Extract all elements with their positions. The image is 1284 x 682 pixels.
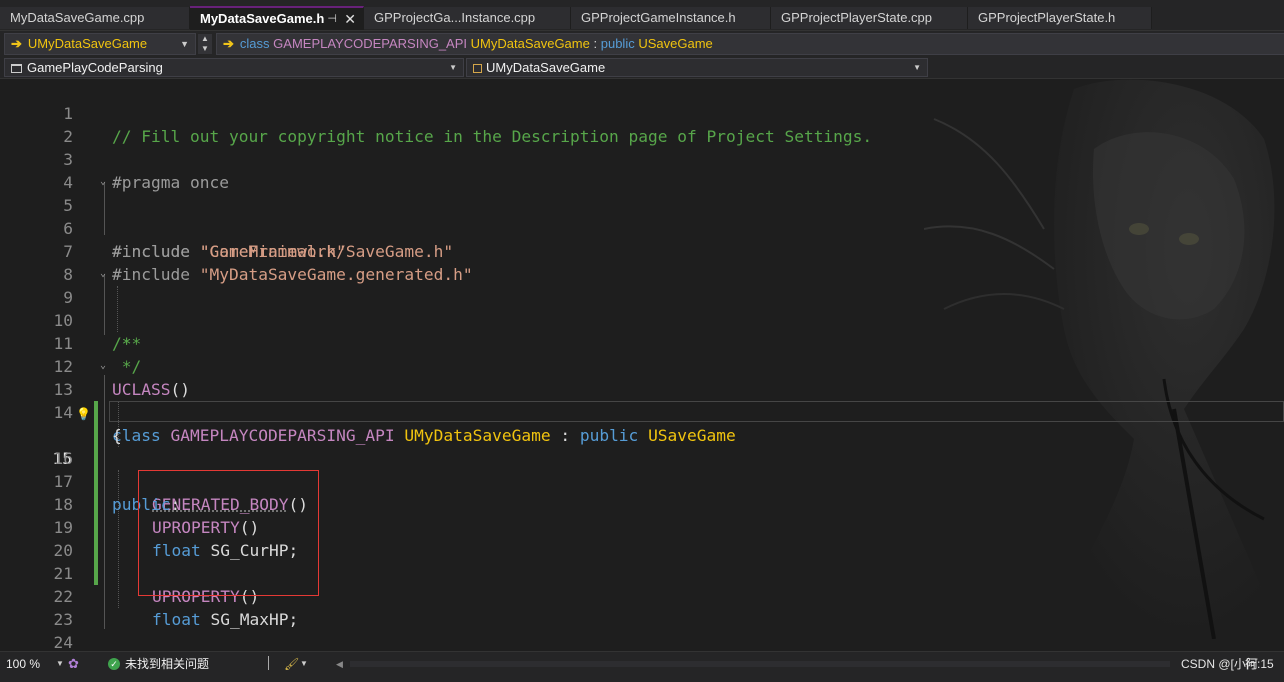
chevron-down-icon: ▼ bbox=[913, 59, 921, 76]
lightbulb-icon[interactable]: 💡 bbox=[76, 403, 91, 426]
signature-colon: : bbox=[593, 36, 597, 51]
chevron-down-icon: ▼ bbox=[180, 34, 189, 54]
tab-gpprojectplayerstate-h[interactable]: GPProjectPlayerState.h bbox=[968, 7, 1152, 29]
code-line: 11 */ bbox=[0, 309, 1284, 332]
code-line: 4 bbox=[0, 148, 1284, 171]
status-bar: 100 % ▼ ✿ ✓ 未找到相关问题 🖌 ▼ ◀ CSDN @[小阿 行:15 bbox=[0, 651, 1284, 682]
arrow-right-icon: ➔ bbox=[223, 36, 234, 51]
highlight-annotation-box bbox=[138, 470, 319, 596]
code-line: 5 ⌄ #include "CoreMinimal.h" bbox=[0, 171, 1284, 194]
code-cleanup-icon[interactable]: 🖌 bbox=[284, 655, 299, 673]
fold-chevron-icon[interactable]: ⌄ bbox=[100, 354, 106, 377]
check-icon: ✓ bbox=[108, 658, 120, 670]
project-label: GamePlayCodeParsing bbox=[27, 60, 163, 75]
horizontal-scrollbar[interactable] bbox=[350, 661, 1170, 667]
tab-mydatasavegame-cpp[interactable]: MyDataSaveGame.cpp bbox=[0, 7, 190, 29]
project-icon bbox=[11, 64, 22, 73]
signature-base-class: USaveGame bbox=[638, 36, 712, 51]
code-line: 14 { bbox=[0, 378, 1284, 401]
signature-access: public bbox=[601, 36, 635, 51]
tab-label: GPProjectPlayerState.cpp bbox=[781, 10, 932, 25]
tab-gpprojectplayerstate-cpp[interactable]: GPProjectPlayerState.cpp bbox=[771, 7, 968, 29]
document-tab-bar: MyDataSaveGame.cpp MyDataSaveGame.h ⊣ ✕ … bbox=[0, 0, 1284, 31]
tab-label: MyDataSaveGame.cpp bbox=[10, 10, 144, 25]
code-line: 9 ⌄ /** bbox=[0, 263, 1284, 286]
chevron-down-icon[interactable]: ▼ bbox=[56, 655, 64, 673]
close-icon[interactable]: ✕ bbox=[344, 8, 356, 30]
class-icon bbox=[473, 64, 482, 73]
zoom-level[interactable]: 100 % bbox=[6, 655, 40, 673]
arrow-right-icon: ➔ bbox=[11, 36, 22, 51]
issues-status[interactable]: 未找到相关问题 bbox=[125, 655, 209, 673]
code-line: 13 ⌄ class GAMEPLAYCODEPARSING_API UMyDa… bbox=[0, 355, 1284, 378]
code-line: 10 * bbox=[0, 286, 1284, 309]
code-line: 25 bbox=[0, 631, 1284, 651]
fold-chevron-icon[interactable]: ⌄ bbox=[100, 170, 106, 193]
navigation-bar: ➔ UMyDataSaveGame ▼ ▲ ▼ ➔ class GAMEPLAYCOD… bbox=[0, 31, 1284, 57]
signature-keyword: class bbox=[240, 36, 270, 51]
code-line: 17 public: bbox=[0, 447, 1284, 470]
copilot-icon[interactable]: ✿ bbox=[68, 655, 79, 673]
scope-dropdown[interactable]: ➔ UMyDataSaveGame ▼ bbox=[4, 33, 196, 55]
member-label: UMyDataSaveGame bbox=[486, 60, 605, 75]
line-indicator: 行:15 bbox=[1245, 655, 1274, 673]
tab-label: GPProjectGa...Instance.cpp bbox=[374, 10, 535, 25]
tab-label: GPProjectGameInstance.h bbox=[581, 10, 736, 25]
scope-label: UMyDataSaveGame bbox=[28, 36, 147, 51]
code-line: 3 #pragma once bbox=[0, 125, 1284, 148]
signature-dropdown[interactable]: ➔ class GAMEPLAYCODEPARSING_API UMyDataSa… bbox=[216, 33, 1284, 55]
current-line-highlight bbox=[109, 401, 1284, 422]
code-line: 8 bbox=[0, 240, 1284, 263]
code-editor[interactable]: 1 // Fill out your copyright notice in t… bbox=[0, 79, 1284, 651]
tab-gpprojectgameinstance-h[interactable]: GPProjectGameInstance.h bbox=[571, 7, 771, 29]
tab-mydatasavegame-h[interactable]: MyDataSaveGame.h ⊣ ✕ bbox=[190, 6, 364, 30]
divider bbox=[268, 656, 269, 670]
code-line: 1 // Fill out your copyright notice in t… bbox=[0, 79, 1284, 102]
code-line: 6 #include "GameFramework/SaveGame.h" bbox=[0, 194, 1284, 217]
member-dropdown[interactable]: UMyDataSaveGame ▼ bbox=[466, 58, 928, 77]
code-line: 7 #include "MyDataSaveGame.generated.h" bbox=[0, 217, 1284, 240]
code-line: 16 bbox=[0, 424, 1284, 447]
code-line-current: 15 💡 GENERATED_BODY() bbox=[0, 401, 1284, 424]
spin-buttons[interactable]: ▲ ▼ bbox=[198, 34, 212, 54]
pin-icon[interactable]: ⊣ bbox=[327, 8, 337, 30]
signature-class-name: UMyDataSaveGame bbox=[471, 36, 590, 51]
code-line: 2 bbox=[0, 102, 1284, 125]
member-navigation-bar: GamePlayCodeParsing ▼ UMyDataSaveGame ▼ bbox=[0, 57, 1284, 79]
code-line: 12 UCLASS() bbox=[0, 332, 1284, 355]
tab-label: GPProjectPlayerState.h bbox=[978, 10, 1115, 25]
chevron-down-icon[interactable]: ▼ bbox=[300, 655, 308, 673]
chevron-down-icon: ▼ bbox=[449, 59, 457, 76]
project-dropdown[interactable]: GamePlayCodeParsing ▼ bbox=[4, 58, 464, 77]
tab-gpprojectgameinstance-cpp[interactable]: GPProjectGa...Instance.cpp bbox=[364, 7, 571, 29]
fold-chevron-icon[interactable]: ⌄ bbox=[100, 262, 106, 285]
scroll-left-icon[interactable]: ◀ bbox=[336, 655, 343, 673]
signature-api: GAMEPLAYCODEPARSING_API bbox=[273, 36, 467, 51]
code-line: 24 }; bbox=[0, 608, 1284, 631]
tab-label: MyDataSaveGame.h bbox=[200, 11, 324, 26]
